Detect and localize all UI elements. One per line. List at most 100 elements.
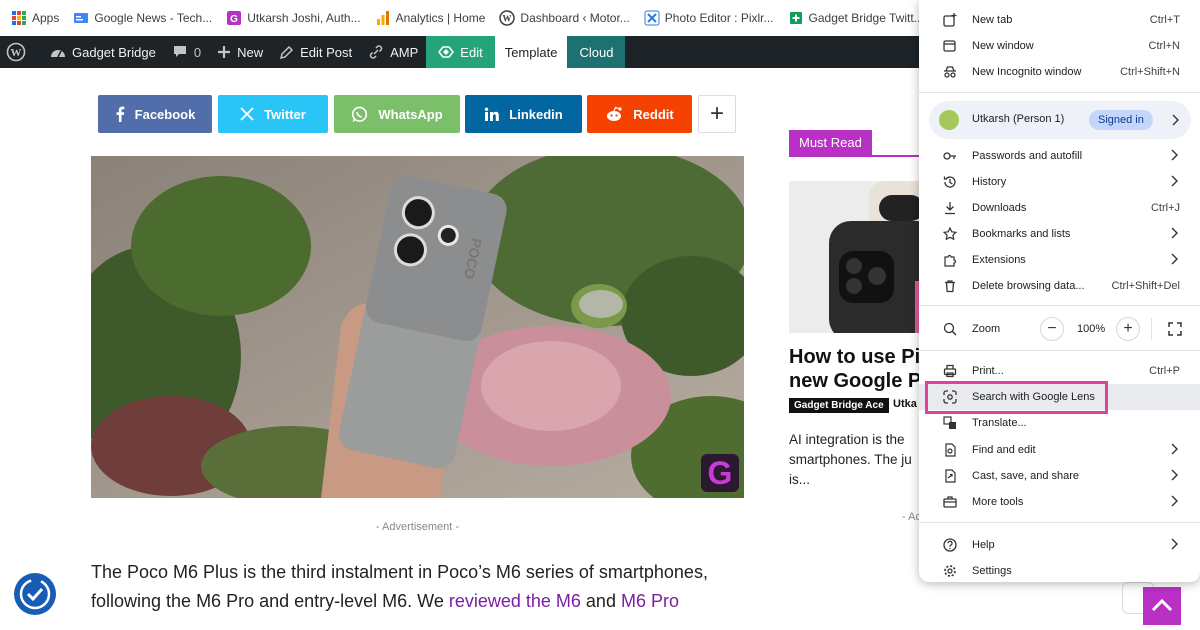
menu-history[interactable]: History <box>919 171 1200 193</box>
hero-image: POCO G <box>91 156 744 498</box>
article-body: The Poco M6 Plus is the third instalment… <box>91 558 751 616</box>
new-tab-icon <box>943 13 957 27</box>
share-reddit-button[interactable]: Reddit <box>587 95 692 133</box>
chevron-right-icon <box>1171 538 1178 550</box>
menu-passwords[interactable]: Passwords and autofill <box>919 145 1200 167</box>
excerpt-line: is... <box>789 472 811 487</box>
share-whatsapp-button[interactable]: WhatsApp <box>334 95 460 133</box>
menu-label: Bookmarks and lists <box>972 228 1071 240</box>
menu-bookmarks[interactable]: Bookmarks and lists <box>919 223 1200 245</box>
article-line: following the M6 Pro and entry-level M6.… <box>91 587 751 616</box>
menu-print[interactable]: Print... Ctrl+P <box>919 360 1200 382</box>
menu-settings[interactable]: Settings <box>919 560 1200 582</box>
menu-delete-browsing-data[interactable]: Delete browsing data... Ctrl+Shift+Del <box>919 275 1200 297</box>
menu-label: Print... <box>972 365 1004 377</box>
wp-cloud-button[interactable]: Cloud <box>567 36 626 68</box>
chevron-right-icon <box>1171 253 1178 265</box>
fullscreen-icon[interactable] <box>1168 322 1182 336</box>
zoom-in-button[interactable]: + <box>1116 317 1140 341</box>
bookmark-dashboard[interactable]: W Dashboard ‹ Motor... <box>493 5 635 31</box>
share-twitter-button[interactable]: Twitter <box>218 95 328 133</box>
link-icon <box>369 45 383 59</box>
menu-translate[interactable]: Translate... <box>919 412 1200 434</box>
share-label: Facebook <box>134 106 196 122</box>
wp-amp-button[interactable]: AMP <box>360 36 426 68</box>
sidebar-article-image[interactable] <box>789 181 929 333</box>
share-more-button[interactable]: + <box>698 95 736 133</box>
star-icon <box>943 227 957 241</box>
menu-label: Help <box>972 539 995 551</box>
article-line: The Poco M6 Plus is the third instalment… <box>91 562 708 582</box>
share-linkedin-button[interactable]: Linkedin <box>465 95 582 133</box>
printer-icon <box>943 364 957 378</box>
back-to-top-button[interactable] <box>1143 587 1181 625</box>
wp-new-button[interactable]: New <box>209 36 271 68</box>
category-tag[interactable]: Gadget Bridge Ace <box>789 398 889 413</box>
gadget-bridge-icon: G <box>227 11 242 25</box>
sidebar-article-title[interactable]: How to use Pix new Google Pi <box>789 345 929 393</box>
more-share-label: + <box>709 100 724 127</box>
menu-help[interactable]: Help <box>919 534 1200 556</box>
bookmark-apps[interactable]: Apps <box>6 5 65 31</box>
menu-more-tools[interactable]: More tools <box>919 491 1200 513</box>
profile-row[interactable]: Utkarsh (Person 1) Signed in <box>929 101 1191 139</box>
accessibility-button[interactable] <box>14 573 56 615</box>
menu-extensions[interactable]: Extensions <box>919 249 1200 271</box>
svg-text:W: W <box>11 47 22 59</box>
comment-icon <box>173 46 186 57</box>
menu-new-window[interactable]: New window Ctrl+N <box>919 35 1200 57</box>
share-label: Linkedin <box>509 106 563 122</box>
menu-label: Zoom <box>972 323 1001 335</box>
wp-edit-button[interactable]: Edit <box>426 36 495 68</box>
menu-label: New window <box>972 40 1034 52</box>
chevron-right-icon <box>1172 114 1179 126</box>
sheets-plus-icon <box>789 12 802 24</box>
menu-label: Delete browsing data... <box>972 280 1085 292</box>
poco-phone-photo: POCO G <box>91 156 744 498</box>
menu-separator <box>919 305 1200 306</box>
menu-separator <box>919 92 1200 93</box>
bookmark-google-news[interactable]: Google News - Tech... <box>67 5 218 31</box>
zoom-divider <box>1151 318 1152 340</box>
m6-pro-link[interactable]: M6 Pro <box>621 591 679 611</box>
menu-shortcut: Ctrl+T <box>1149 14 1180 26</box>
zoom-icon <box>943 322 957 336</box>
menu-new-incognito[interactable]: New Incognito window Ctrl+Shift+N <box>919 61 1200 83</box>
x-twitter-icon <box>240 107 254 121</box>
menu-find-and-edit[interactable]: Find and edit <box>919 439 1200 461</box>
svg-text:G: G <box>708 455 733 491</box>
menu-new-tab[interactable]: New tab Ctrl+T <box>919 9 1200 31</box>
avatar <box>939 110 959 130</box>
wp-site-button[interactable]: Gadget Bridge <box>42 36 164 68</box>
wp-edit-post-button[interactable]: Edit Post <box>271 36 360 68</box>
plus-icon <box>218 46 231 58</box>
excerpt-line: AI integration is the <box>789 432 905 447</box>
bookmark-label: Apps <box>32 11 60 25</box>
site-name: Gadget Bridge <box>72 44 156 60</box>
menu-cast-save-share[interactable]: Cast, save, and share <box>919 465 1200 487</box>
share-facebook-button[interactable]: Facebook <box>98 95 212 133</box>
lens-highlight-box <box>925 381 1108 414</box>
toolbox-icon <box>943 496 957 508</box>
chevron-right-icon <box>1171 227 1178 239</box>
wp-logo-button[interactable]: W <box>0 36 42 68</box>
bookmark-twitter-sheet[interactable]: Gadget Bridge Twitt... <box>782 5 930 31</box>
menu-label: Cast, save, and share <box>972 470 1080 482</box>
zoom-out-button[interactable]: − <box>1040 317 1064 341</box>
reviewed-m6-link[interactable]: reviewed the M6 <box>449 591 581 611</box>
wp-template-button[interactable]: Template <box>494 36 568 68</box>
wp-comments-button[interactable]: 0 <box>164 36 209 68</box>
share-label: WhatsApp <box>378 106 443 122</box>
bookmark-label: Gadget Bridge Twitt... <box>808 11 924 25</box>
title-line: How to use Pix <box>789 346 929 368</box>
author-name[interactable]: Utka <box>893 398 917 410</box>
reddit-icon <box>607 106 622 121</box>
menu-separator <box>919 350 1200 351</box>
bookmark-analytics[interactable]: Analytics | Home <box>369 5 492 31</box>
article-text: following the M6 Pro and entry-level M6.… <box>91 591 449 611</box>
bookmark-label: Google News - Tech... <box>94 11 213 25</box>
menu-downloads[interactable]: Downloads Ctrl+J <box>919 197 1200 219</box>
bookmark-utkarsh[interactable]: G Utkarsh Joshi, Auth... <box>220 5 366 31</box>
cloud-label: Cloud <box>579 44 614 60</box>
bookmark-pixlr[interactable]: Photo Editor : Pixlr... <box>638 5 780 31</box>
